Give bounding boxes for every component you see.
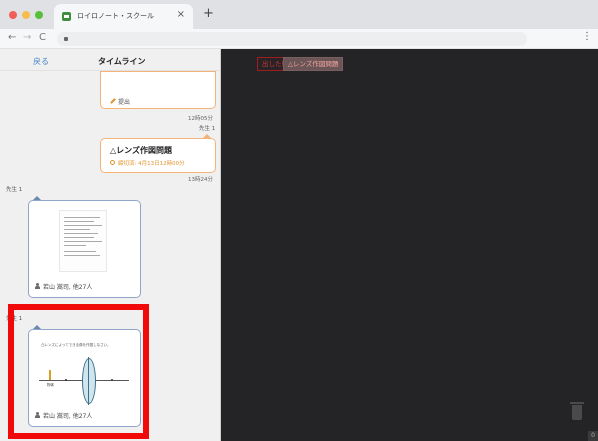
card-user: 若山 嵩司, 他27人 xyxy=(43,284,93,291)
doc-line xyxy=(64,217,100,218)
doc-line xyxy=(64,237,94,238)
highlight-annotation-box xyxy=(8,304,149,439)
browser-tab[interactable]: ロイロノート・スクール × xyxy=(54,4,193,29)
tab-close-icon[interactable]: × xyxy=(177,9,185,20)
browser-menu-icon[interactable]: ⋮ xyxy=(582,31,592,42)
window-minimize-dot[interactable] xyxy=(22,11,30,19)
clock-icon xyxy=(110,160,115,165)
card-sender: 先生 1 xyxy=(6,187,23,193)
doc-line xyxy=(64,225,102,226)
window-close-dot[interactable] xyxy=(9,11,17,19)
document-thumbnail xyxy=(59,210,107,272)
user-icon xyxy=(35,283,40,289)
pencil-icon xyxy=(110,98,116,104)
back-arrow-icon[interactable]: ← xyxy=(8,32,16,43)
tab-title: ロイロノート・スクール xyxy=(77,12,154,20)
trash-lid xyxy=(570,402,584,404)
doc-line xyxy=(64,241,102,242)
address-bar[interactable] xyxy=(57,32,527,46)
sidebar-header: 戻る タイムライン xyxy=(0,49,220,71)
lock-icon xyxy=(64,37,68,41)
main-canvas: 出した時間 △レンズ作図問題 0 xyxy=(221,49,598,441)
browser-tab-bar: ロイロノート・スクール × + xyxy=(0,0,598,29)
assignment-title: △レンズ作図問題 xyxy=(110,146,172,155)
doc-line xyxy=(64,245,86,246)
browser-toolbar: ← → C ⋮ xyxy=(0,29,598,49)
timeline-card-submit[interactable]: 提出 xyxy=(100,71,216,109)
timeline-card-document[interactable]: 若山 嵩司, 他27人 xyxy=(28,200,141,298)
doc-line xyxy=(64,255,100,256)
doc-line xyxy=(64,233,98,234)
trash-icon[interactable] xyxy=(570,402,584,420)
forward-arrow-icon[interactable]: → xyxy=(23,32,31,43)
doc-line xyxy=(64,251,96,252)
new-tab-button[interactable]: + xyxy=(203,6,214,21)
loilo-favicon-icon xyxy=(62,12,71,21)
reload-icon[interactable]: C xyxy=(39,32,46,43)
sidebar-title: タイムライン xyxy=(98,57,146,66)
assignment-chip[interactable]: △レンズ作図問題 xyxy=(283,57,344,71)
card-sender: 先生 1 xyxy=(199,126,216,132)
window-maximize-dot[interactable] xyxy=(35,11,43,19)
trash-body xyxy=(572,405,582,420)
card-time: 13時24分 xyxy=(188,177,213,183)
card-time: 12時05分 xyxy=(188,116,213,122)
corner-counter[interactable]: 0 xyxy=(588,431,598,441)
submit-label: 提出 xyxy=(118,99,131,106)
doc-line xyxy=(64,229,90,230)
deadline-text: 締切済: 4月13日12時00分 xyxy=(118,161,185,167)
doc-line xyxy=(64,221,94,222)
back-link[interactable]: 戻る xyxy=(33,56,49,67)
timeline-card-assignment[interactable]: △レンズ作図問題 締切済: 4月13日12時00分 xyxy=(100,138,216,173)
